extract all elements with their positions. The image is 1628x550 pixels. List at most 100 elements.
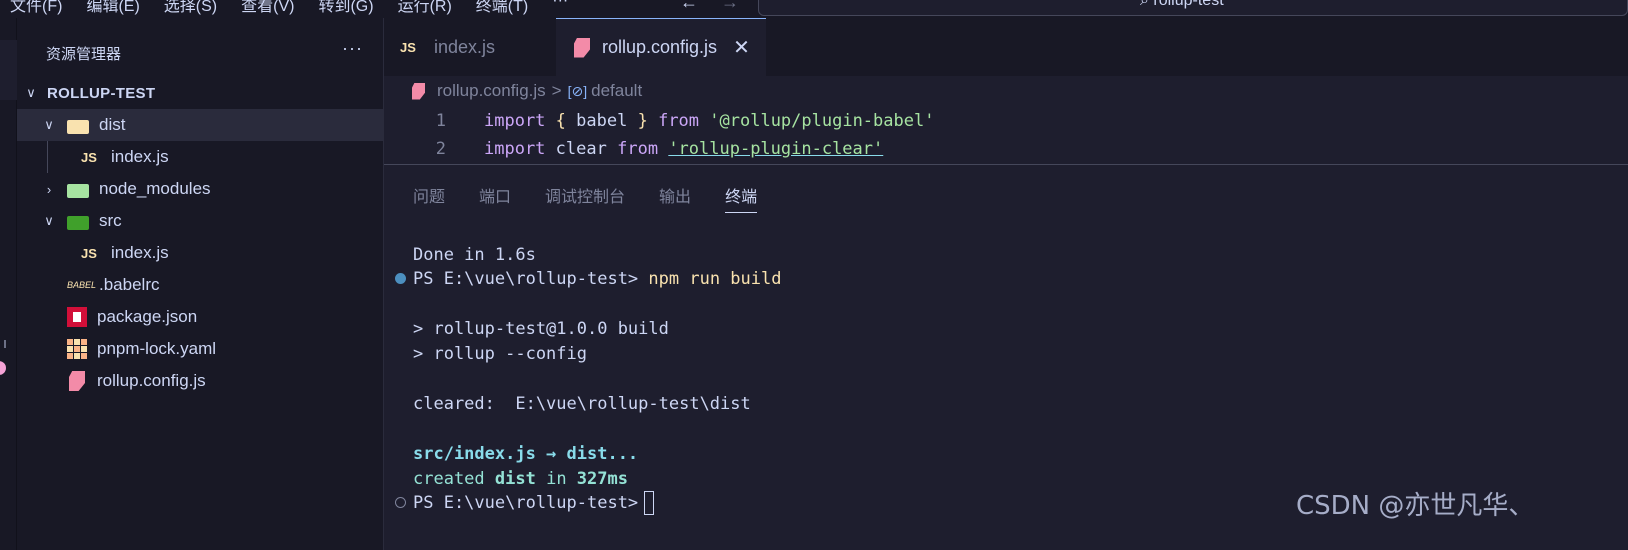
menu-view[interactable]: 查看(V) — [241, 0, 294, 16]
created-text: created — [413, 469, 495, 489]
tree-root[interactable]: ∨ ROLLUP-TEST — [17, 77, 384, 109]
explorer-sidebar: 资源管理器 ··· ∨ ROLLUP-TEST ∨ dist JS index.… — [17, 18, 384, 550]
close-icon[interactable]: ✕ — [733, 35, 750, 60]
js-file-icon: JS — [81, 149, 97, 165]
breadcrumb-symbol[interactable]: default — [591, 81, 642, 101]
nav-arrows: ← → — [680, 0, 739, 13]
watermark: CSDN @亦世凡华、 — [1296, 491, 1535, 521]
tree-item-label: pnpm-lock.yaml — [97, 339, 217, 358]
breadcrumb-separator: > — [551, 81, 562, 100]
tab-debug-console[interactable]: 调试控制台 — [545, 183, 625, 213]
menu-edit[interactable]: 编辑(E) — [86, 0, 139, 16]
tab-index-js[interactable]: JS index.js — [384, 18, 556, 76]
string-literal: '@rollup/plugin-babel' — [709, 111, 935, 131]
more-actions-icon[interactable]: ··· — [342, 38, 363, 59]
project-root-label: ROLLUP-TEST — [47, 84, 156, 102]
identifier: babel — [565, 111, 638, 131]
menu-file[interactable]: 文件(F) — [10, 0, 62, 16]
tree-item-label: .babelrc — [99, 275, 160, 294]
terminal-line: PS E:\vue\rollup-test> — [413, 491, 655, 515]
breadcrumb: rollup.config.js > [⊘] default — [384, 76, 1628, 106]
terminal-line: > rollup-test@1.0.0 build — [413, 319, 669, 339]
explorer-activity-item[interactable] — [0, 40, 17, 100]
line-number: 2 — [435, 139, 446, 159]
forward-arrow-icon[interactable]: → — [721, 0, 739, 12]
created-time: 327ms — [576, 469, 628, 489]
code-line: 2 import clear from 'rollup-plugin-clear' — [384, 135, 884, 163]
symbol-icon: [⊘] — [567, 82, 588, 99]
line-number: 1 — [435, 111, 446, 131]
terminal-line: created dist in 327ms — [413, 467, 628, 491]
tree-item-babelrc[interactable]: BABEL .babelrc — [17, 269, 384, 301]
menu-bar: 文件(F) 编辑(E) 选择(S) 查看(V) 转到(G) 运行(R) 终端(T… — [0, 0, 1628, 18]
code-editor[interactable]: 1 import { babel } from '@rollup/plugin-b… — [384, 107, 1628, 163]
chevron-down-icon: ∨ — [44, 213, 54, 228]
keyword: from — [658, 111, 700, 131]
tab-terminal[interactable]: 终端 — [725, 183, 758, 213]
tab-ports[interactable]: 端口 — [479, 183, 511, 213]
tree-item-src[interactable]: ∨ src — [17, 205, 384, 237]
terminal-prompt: PS E:\vue\rollup-test> — [413, 269, 639, 289]
brace: } — [637, 111, 648, 131]
tab-output[interactable]: 输出 — [659, 183, 691, 213]
tab-label: index.js — [434, 36, 496, 57]
folder-dist-icon — [67, 120, 89, 134]
npm-icon — [67, 307, 87, 327]
terminal-line: cleared: E:\vue\rollup-test\dist — [413, 394, 751, 414]
chevron-right-icon: › — [46, 181, 52, 197]
terminal-cursor — [644, 491, 655, 515]
keyword: import — [484, 139, 546, 159]
tree-item-label: index.js — [111, 147, 169, 166]
terminal-line: > rollup --config — [413, 344, 587, 364]
js-file-icon: JS — [81, 245, 97, 261]
tree-item-pnpm-lock[interactable]: pnpm-lock.yaml — [17, 333, 384, 365]
tree-item-label: package.json — [97, 307, 198, 326]
activity-marker — [4, 340, 10, 348]
rollup-icon — [412, 82, 425, 100]
tree-item-label: node_modules — [99, 179, 211, 198]
tree-item-rollup-config[interactable]: rollup.config.js — [17, 365, 384, 397]
tree-item-node-modules[interactable]: › node_modules — [17, 173, 384, 205]
babel-icon: BABEL — [67, 280, 97, 290]
back-arrow-icon[interactable]: ← — [680, 0, 698, 12]
module-link[interactable]: 'rollup-plugin-clear' — [668, 139, 883, 159]
tree-item-label: index.js — [111, 243, 169, 262]
breadcrumb-file[interactable]: rollup.config.js — [437, 81, 546, 101]
tree-item-dist[interactable]: ∨ dist — [17, 109, 384, 141]
editor-tabs: JS index.js rollup.config.js ✕ — [384, 18, 1628, 76]
menu-go[interactable]: 转到(G) — [318, 0, 373, 16]
tab-problems[interactable]: 问题 — [413, 183, 445, 213]
tab-rollup-config[interactable]: rollup.config.js ✕ — [556, 18, 766, 76]
keyword: import — [484, 111, 546, 131]
terminal-line: Done in 1.6s — [413, 245, 536, 265]
tree-item-label: rollup.config.js — [97, 371, 206, 390]
tree-item-package-json[interactable]: package.json — [17, 301, 384, 333]
brace: { — [555, 111, 566, 131]
panel-tabs: 问题 端口 调试控制台 输出 终端 — [413, 183, 758, 213]
tree-item-label: dist — [99, 115, 126, 134]
avatar-badge[interactable] — [0, 361, 6, 375]
menu-more[interactable]: ··· — [552, 0, 568, 16]
menu-items: 文件(F) 编辑(E) 选择(S) 查看(V) 转到(G) 运行(R) 终端(T… — [10, 0, 568, 16]
command-center-label: ⌕ rollup-test — [1140, 0, 1224, 9]
command-success-dot-icon[interactable] — [395, 273, 406, 284]
pnpm-icon — [67, 339, 87, 359]
created-in: in — [535, 469, 577, 489]
rollup-icon — [69, 371, 85, 391]
terminal-line: src/index.js → dist... — [413, 444, 639, 464]
activity-bar — [0, 18, 17, 550]
tab-label: rollup.config.js — [602, 37, 718, 57]
terminal-command: npm run build — [648, 269, 782, 289]
tree-item-dist-index-js[interactable]: JS index.js — [17, 141, 384, 173]
command-pending-ring-icon[interactable] — [395, 497, 406, 508]
tree-item-label: src — [99, 211, 122, 230]
menu-terminal[interactable]: 终端(T) — [476, 0, 528, 16]
created-dist: dist — [494, 469, 536, 489]
menu-run[interactable]: 运行(R) — [398, 0, 452, 16]
menu-selection[interactable]: 选择(S) — [164, 0, 217, 16]
keyword: from — [617, 139, 659, 159]
js-file-icon: JS — [400, 39, 416, 55]
tree-item-src-index-js[interactable]: JS index.js — [17, 237, 384, 269]
chevron-down-icon: ∨ — [44, 117, 54, 132]
folder-node-icon — [67, 184, 89, 198]
